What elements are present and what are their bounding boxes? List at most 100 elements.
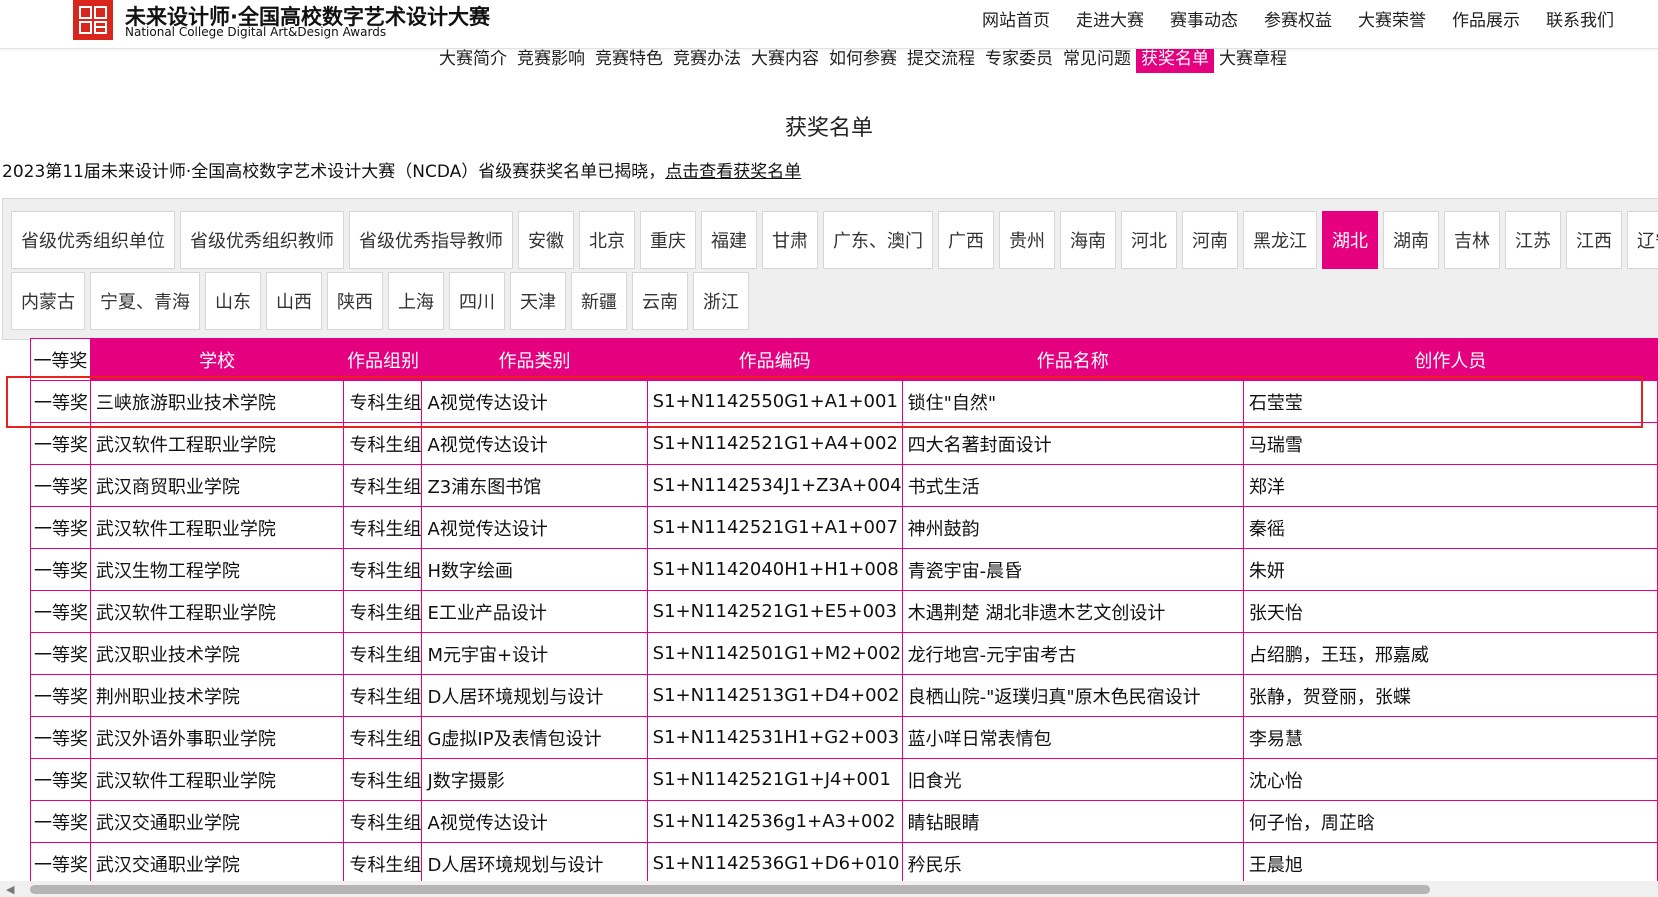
cell-school: 武汉软件工程职业学院 (89, 422, 345, 465)
region-tab[interactable]: 省级优秀组织教师 (180, 211, 344, 269)
cell-category: G虚拟IP及表情包设计 (421, 716, 648, 759)
cell-award: 一等奖 (30, 800, 91, 843)
cell-creators: 张静，贺登丽，张蝶 (1242, 674, 1658, 717)
region-tab[interactable]: 黑龙江 (1243, 211, 1317, 269)
ncda-logo-icon[interactable] (73, 0, 113, 40)
region-tab[interactable]: 重庆 (640, 211, 696, 269)
cell-code: S1+N1142536g1+A3+002 (646, 800, 903, 843)
cell-group: 专科生组 (343, 590, 423, 633)
top-nav-works[interactable]: 作品展示 (1452, 6, 1520, 31)
top-nav-benefits[interactable]: 参赛权益 (1264, 6, 1332, 31)
cell-creators: 石莹莹 (1242, 380, 1658, 423)
cell-work-name: 锁住"自然" (901, 380, 1244, 423)
header-code: 作品编码 (646, 338, 903, 381)
cell-creators: 朱妍 (1242, 548, 1658, 591)
region-tab[interactable]: 上海 (388, 272, 444, 330)
announcement-text: 2023第11届未来设计师·全国高校数字艺术设计大赛（NCDA）省级赛获奖名单已… (2, 162, 666, 182)
scrollbar-thumb[interactable] (30, 885, 1430, 894)
cell-group: 专科生组 (343, 800, 423, 843)
cell-award: 一等奖 (30, 464, 91, 507)
cell-work-name: 书式生活 (901, 464, 1244, 507)
top-nav-about[interactable]: 走进大赛 (1076, 6, 1144, 31)
region-tab[interactable]: 河南 (1182, 211, 1238, 269)
region-tab[interactable]: 贵州 (999, 211, 1055, 269)
region-tab[interactable]: 福建 (701, 211, 757, 269)
table-row: 一等奖 武汉外语外事职业学院 专科生组 G虚拟IP及表情包设计 S1+N1142531H… (30, 716, 1658, 759)
region-tab[interactable]: 湖南 (1383, 211, 1439, 269)
region-tab[interactable]: 宁夏、青海 (90, 272, 200, 330)
cell-group: 专科生组 (343, 380, 423, 423)
cell-work-name: 矜民乐 (901, 842, 1244, 883)
cell-code: S1+N1142501G1+M2+002 (646, 632, 903, 675)
region-tab[interactable]: 江西 (1566, 211, 1622, 269)
cell-creators: 王晨旭 (1242, 842, 1658, 883)
region-tab[interactable]: 吉林 (1444, 211, 1500, 269)
cell-award: 一等奖 (30, 590, 91, 633)
region-tab[interactable]: 安徽 (518, 211, 574, 269)
cell-award: 一等奖 (30, 422, 91, 465)
region-tab[interactable]: 陕西 (327, 272, 383, 330)
top-nav-contact[interactable]: 联系我们 (1546, 6, 1614, 31)
table-row: 一等奖 武汉软件工程职业学院 专科生组 A视觉传达设计 S1+N1142521G1+A4… (30, 422, 1658, 465)
cell-award: 一等奖 (30, 506, 91, 549)
region-tab[interactable]: 四川 (449, 272, 505, 330)
scroll-left-icon[interactable]: ◀ (6, 883, 14, 896)
region-tab[interactable]: 天津 (510, 272, 566, 330)
cell-group: 专科生组 (343, 548, 423, 591)
cell-school: 武汉交通职业学院 (89, 800, 345, 843)
top-nav-honors[interactable]: 大赛荣誉 (1358, 6, 1426, 31)
region-tab[interactable]: 省级优秀指导教师 (349, 211, 513, 269)
cell-category: A视觉传达设计 (421, 506, 648, 549)
cell-creators: 李易慧 (1242, 716, 1658, 759)
cell-category: H数字绘画 (421, 548, 648, 591)
table-header-row: 一等奖 学校 作品组别 作品类别 作品编码 作品名称 创作人员 (30, 338, 1658, 381)
cell-award: 一等奖 (30, 842, 91, 883)
cell-school: 武汉生物工程学院 (89, 548, 345, 591)
top-nav-home[interactable]: 网站首页 (982, 6, 1050, 31)
cell-code: S1+N1142521G1+A1+007 (646, 506, 903, 549)
region-tab[interactable]: 云南 (632, 272, 688, 330)
cell-group: 专科生组 (343, 464, 423, 507)
region-tab[interactable]: 山东 (205, 272, 261, 330)
region-tab-row-1: 省级优秀组织单位 省级优秀组织教师 省级优秀指导教师 安徽 北京 重庆 福建 甘… (11, 211, 1658, 269)
cell-group: 专科生组 (343, 632, 423, 675)
region-tab[interactable]: 海南 (1060, 211, 1116, 269)
region-tab[interactable]: 省级优秀组织单位 (11, 211, 175, 269)
region-tab[interactable]: 甘肃 (762, 211, 818, 269)
cell-award: 一等奖 (30, 716, 91, 759)
horizontal-scrollbar[interactable]: ◀ (0, 881, 1658, 897)
cell-creators: 秦徭 (1242, 506, 1658, 549)
cell-code: S1+N1142521G1+J4+001 (646, 758, 903, 801)
region-tab[interactable]: 江苏 (1505, 211, 1561, 269)
region-tab[interactable]: 山西 (266, 272, 322, 330)
cell-creators: 张天怡 (1242, 590, 1658, 633)
cell-work-name: 良栖山院-"返璞归真"原木色民宿设计 (901, 674, 1244, 717)
cell-category: A视觉传达设计 (421, 800, 648, 843)
region-tab[interactable]: 浙江 (693, 272, 749, 330)
cell-award: 一等奖 (30, 758, 91, 801)
region-tab[interactable]: 辽宁 (1627, 211, 1658, 269)
cell-work-name: 睛钻眼睛 (901, 800, 1244, 843)
region-tab[interactable]: 内蒙古 (11, 272, 85, 330)
view-winners-link[interactable]: 点击查看获奖名单 (665, 162, 801, 182)
region-tab[interactable]: 广西 (938, 211, 994, 269)
top-nav: 网站首页 走进大赛 赛事动态 参赛权益 大赛荣誉 作品展示 联系我们 (982, 6, 1614, 31)
cell-school: 武汉商贸职业学院 (89, 464, 345, 507)
cell-group: 专科生组 (343, 842, 423, 883)
top-nav-news[interactable]: 赛事动态 (1170, 6, 1238, 31)
region-tab[interactable]: 北京 (579, 211, 635, 269)
region-tab[interactable]: 河北 (1121, 211, 1177, 269)
winners-table-container[interactable]: 一等奖 学校 作品组别 作品类别 作品编码 作品名称 创作人员 一等奖 三峡旅游职… (30, 338, 1658, 883)
announcement: 2023第11届未来设计师·全国高校数字艺术设计大赛（NCDA）省级赛获奖名单已… (2, 157, 801, 182)
header-school: 学校 (89, 338, 345, 381)
cell-work-name: 木遇荆楚 湖北非遗木艺文创设计 (901, 590, 1244, 633)
cell-category: D人居环境规划与设计 (421, 842, 648, 883)
cell-school: 武汉软件工程职业学院 (89, 758, 345, 801)
region-tab[interactable]: 新疆 (571, 272, 627, 330)
region-tab-active[interactable]: 湖北 (1322, 211, 1378, 269)
cell-code: S1+N1142513G1+D4+002 (646, 674, 903, 717)
region-tab[interactable]: 广东、澳门 (823, 211, 933, 269)
cell-category: D人居环境规划与设计 (421, 674, 648, 717)
cell-code: S1+N1142531H1+G2+003 (646, 716, 903, 759)
cell-creators: 沈心怡 (1242, 758, 1658, 801)
